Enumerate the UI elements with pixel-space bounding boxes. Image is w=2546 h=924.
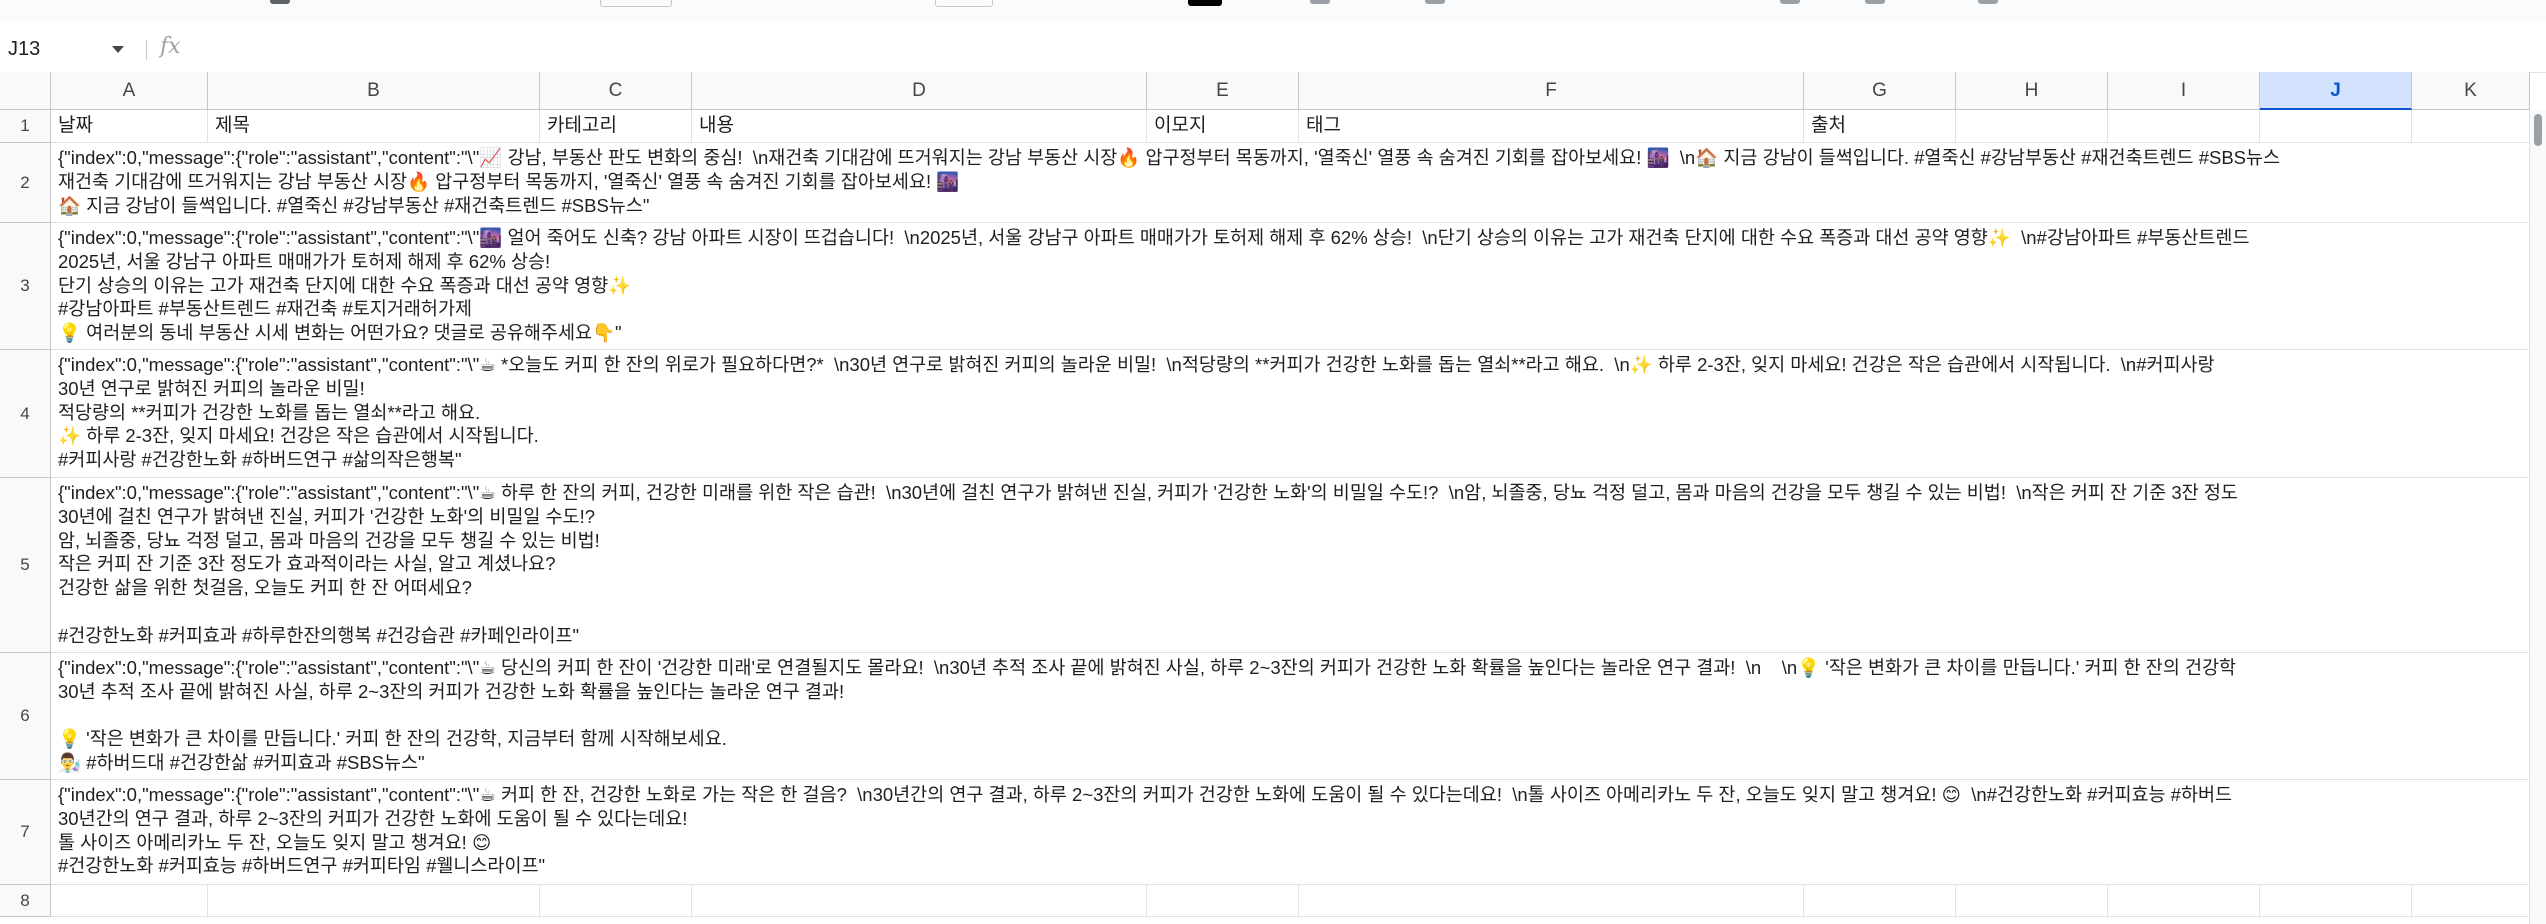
toolbar-strip — [0, 0, 2546, 22]
cell-e8[interactable] — [1147, 885, 1299, 917]
cell-c8[interactable] — [540, 885, 692, 917]
row-header-7[interactable]: 7 — [0, 780, 51, 885]
toolbar-control[interactable] — [1780, 0, 1800, 4]
header-title: 제목 — [215, 115, 250, 136]
header-category: 카테고리 — [547, 115, 617, 136]
column-header-b[interactable]: B — [208, 72, 540, 110]
row-header-4[interactable]: 4 — [0, 350, 51, 478]
cell-i8[interactable] — [2108, 885, 2260, 917]
header-emoji: 이모지 — [1154, 115, 1207, 136]
cell-k1[interactable] — [2412, 110, 2530, 143]
cell-i1[interactable] — [2108, 110, 2260, 143]
column-header-f[interactable]: F — [1299, 72, 1804, 110]
cell-a7[interactable]: {"index":0,"message":{"role":"assistant"… — [51, 780, 2526, 885]
row-header-5[interactable]: 5 — [0, 478, 51, 653]
header-date: 날짜 — [58, 115, 93, 136]
toolbar-control[interactable] — [600, 0, 672, 7]
column-header-k[interactable]: K — [2412, 72, 2530, 110]
cell-a4[interactable]: {"index":0,"message":{"role":"assistant"… — [51, 350, 2526, 478]
fx-icon: fx — [160, 34, 181, 59]
cell-a6[interactable]: {"index":0,"message":{"role":"assistant"… — [51, 653, 2526, 780]
row-header-2[interactable]: 2 — [0, 143, 51, 223]
column-header-j[interactable]: J — [2260, 72, 2412, 110]
scrollbar-thumb[interactable] — [2534, 114, 2542, 146]
header-source: 출처 — [1811, 115, 1846, 136]
row-header-1[interactable]: 1 — [0, 110, 51, 143]
cell-a3[interactable]: {"index":0,"message":{"role":"assistant"… — [51, 223, 2526, 350]
text-color-swatch[interactable] — [1188, 0, 1222, 6]
cell-j1[interactable] — [2260, 110, 2412, 143]
toolbar-control[interactable] — [1978, 0, 1998, 4]
toolbar-control[interactable] — [1425, 0, 1445, 4]
cell-a2[interactable]: {"index":0,"message":{"role":"assistant"… — [51, 143, 2526, 223]
cell-f1[interactable] — [1299, 110, 1804, 143]
cell-h1[interactable] — [1956, 110, 2108, 143]
column-header-d[interactable]: D — [692, 72, 1147, 110]
cell-f8[interactable] — [1299, 885, 1804, 917]
select-all-corner[interactable] — [0, 72, 51, 110]
header-content: 내용 — [699, 115, 734, 136]
column-header-h[interactable]: H — [1956, 72, 2108, 110]
row-header-6[interactable]: 6 — [0, 653, 51, 780]
column-header-a[interactable]: A — [51, 72, 208, 110]
row-header-8[interactable]: 8 — [0, 885, 51, 917]
cell-a5[interactable]: {"index":0,"message":{"role":"assistant"… — [51, 478, 2526, 653]
cell-d8[interactable] — [692, 885, 1147, 917]
cell-g8[interactable] — [1804, 885, 1956, 917]
cell-b1[interactable] — [208, 110, 540, 143]
cell-k8[interactable] — [2412, 885, 2530, 917]
vertical-scrollbar[interactable] — [2529, 110, 2546, 924]
formula-bar: J13 fx — [0, 22, 2546, 73]
toolbar-control[interactable] — [1865, 0, 1885, 4]
column-header-g[interactable]: G — [1804, 72, 1956, 110]
toolbar-control[interactable] — [1310, 0, 1330, 4]
column-header-c[interactable]: C — [540, 72, 692, 110]
cell-b8[interactable] — [208, 885, 540, 917]
header-tags: 태그 — [1306, 115, 1341, 136]
column-header-i[interactable]: I — [2108, 72, 2260, 110]
chevron-down-icon[interactable] — [112, 46, 124, 53]
toolbar-control[interactable] — [270, 0, 290, 4]
cell-h8[interactable] — [1956, 885, 2108, 917]
divider — [146, 40, 147, 60]
cell-d1[interactable] — [692, 110, 1147, 143]
toolbar-control[interactable] — [935, 0, 993, 7]
row-header-3[interactable]: 3 — [0, 223, 51, 350]
cell-j8[interactable] — [2260, 885, 2412, 917]
cell-a8[interactable] — [51, 885, 208, 917]
column-header-e[interactable]: E — [1147, 72, 1299, 110]
